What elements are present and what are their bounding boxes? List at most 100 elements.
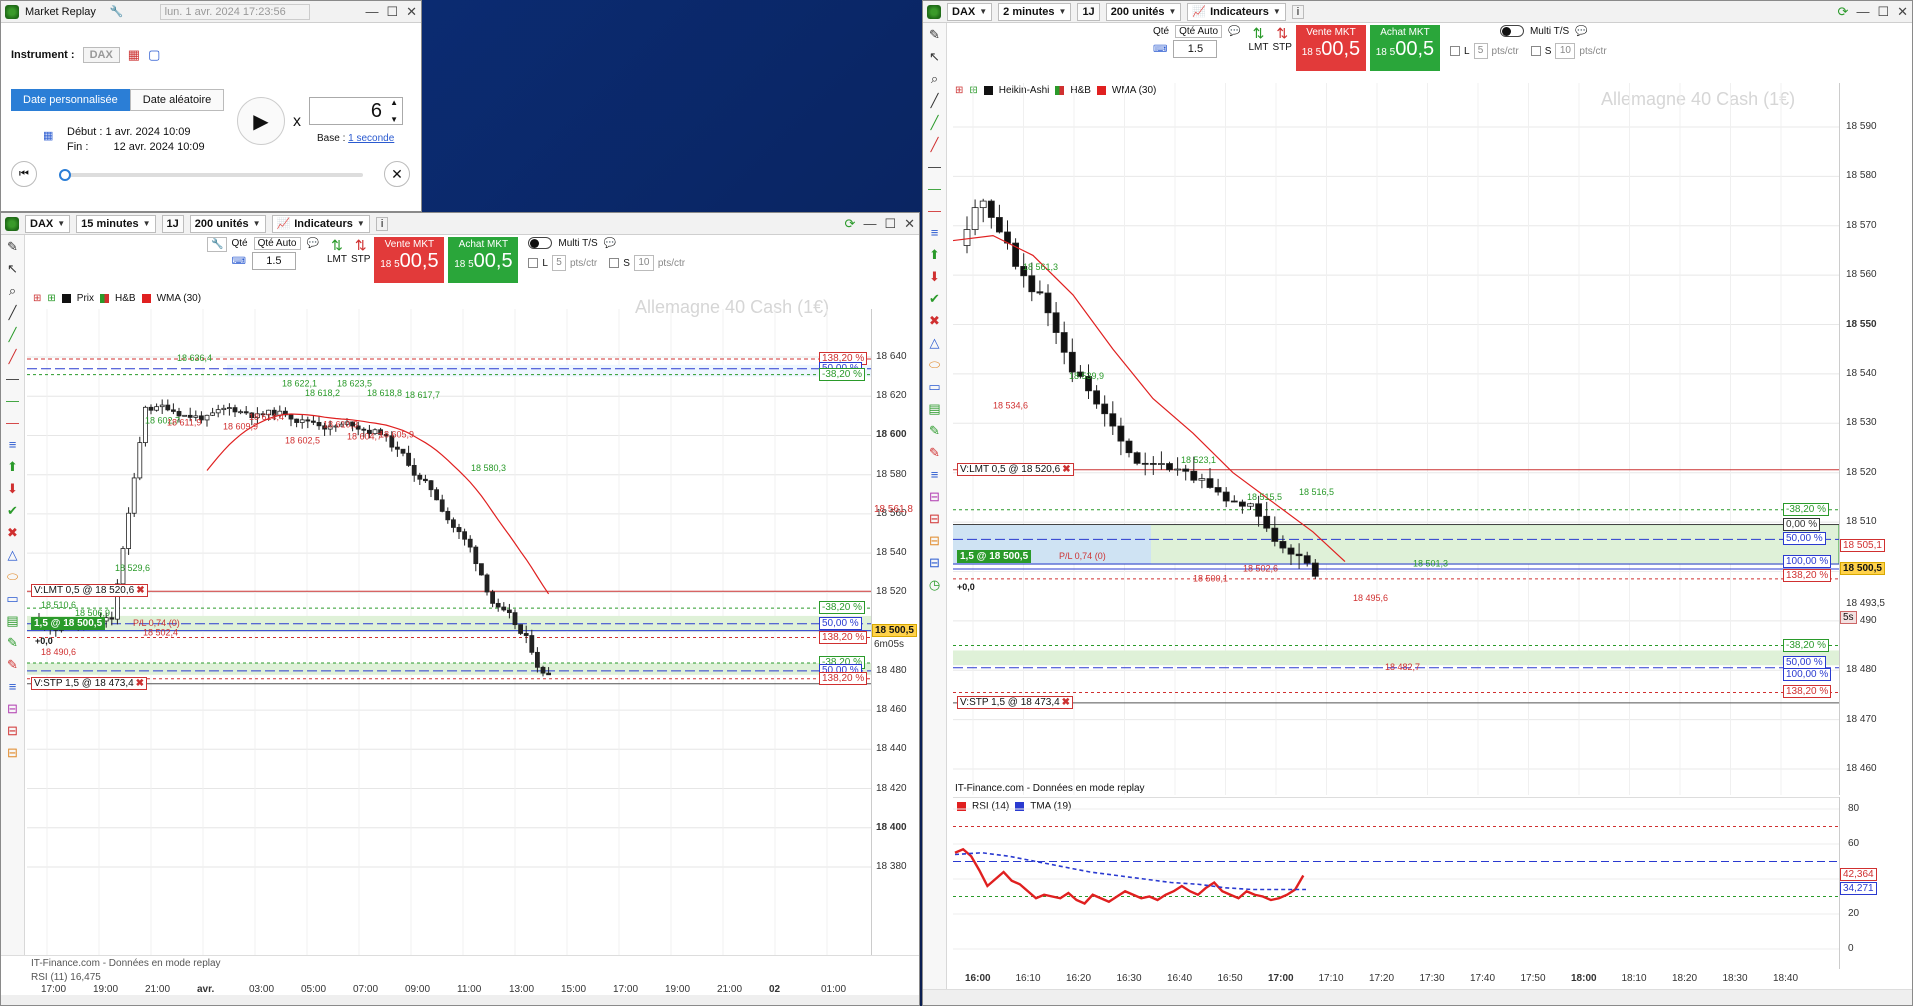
lmt-button[interactable]: LMT <box>327 254 347 265</box>
legend-expand-icon[interactable]: ⊞ <box>33 293 41 304</box>
qty-auto-info-icon[interactable]: 💬 <box>1228 26 1240 37</box>
channel-icon[interactable]: ▤ <box>5 613 21 629</box>
measure-icon[interactable]: ⊟ <box>5 723 21 739</box>
skip-back-button[interactable]: ⏮ <box>11 161 37 187</box>
check-icon[interactable]: ✔ <box>5 503 21 519</box>
close-icon[interactable]: ✕ <box>406 4 417 20</box>
units-select[interactable]: 200 unités ▼ <box>1105 2 1182 21</box>
indicators-button[interactable]: 📈 Indicateurs ▼ <box>1187 2 1286 21</box>
calendar-icon[interactable]: ▦ <box>43 129 53 144</box>
fib-blue-icon[interactable]: ≡ <box>927 467 943 483</box>
green-line-icon[interactable]: ╱ <box>5 327 21 343</box>
timeframe-select[interactable]: 2 minutes ▼ <box>998 2 1072 21</box>
rect-icon[interactable]: ▭ <box>927 379 943 395</box>
s-input[interactable]: 10 <box>1555 43 1576 59</box>
l-checkbox[interactable] <box>1449 46 1460 56</box>
legend-wma[interactable]: WMA (30) <box>157 293 201 304</box>
l-checkbox[interactable] <box>528 258 539 268</box>
fib-icon[interactable]: ≡ <box>927 225 943 241</box>
box-icon[interactable]: ⊟ <box>5 745 21 761</box>
brush-red-icon[interactable]: ✎ <box>927 445 943 461</box>
multi-ts-info-icon[interactable]: 💬 <box>604 238 616 249</box>
zoom-icon[interactable]: ⌕ <box>927 71 943 87</box>
instrument-value[interactable]: DAX <box>82 47 120 63</box>
buy-market-button[interactable]: Achat MKT 18 500,5 <box>448 237 519 283</box>
limit-order-tag[interactable]: V:LMT 0,5 @ 18 520,6 ✖ <box>31 584 148 598</box>
multi-ts-toggle[interactable] <box>528 237 553 249</box>
period-button[interactable]: 1J <box>1077 2 1100 21</box>
brush-red-icon[interactable]: ✎ <box>5 657 21 673</box>
cross-icon[interactable]: ✖ <box>5 525 21 541</box>
lmt-button[interactable]: LMT <box>1249 42 1269 53</box>
tab-custom-date[interactable]: Date personnalisée <box>11 89 130 111</box>
minimize-icon[interactable]: — <box>863 216 876 232</box>
legend-price[interactable]: Prix <box>77 293 94 304</box>
s-input[interactable]: 10 <box>633 255 654 271</box>
s-checkbox[interactable] <box>609 258 620 268</box>
green-line-icon[interactable]: ╱ <box>927 115 943 131</box>
instrument-chart-icon[interactable]: ▢ <box>148 47 160 63</box>
maximize-icon[interactable]: ☐ <box>386 4 398 20</box>
info-icon[interactable]: i <box>375 216 389 231</box>
red-hline-icon[interactable]: — <box>5 415 21 431</box>
ellipse-icon[interactable]: ⬭ <box>5 569 21 585</box>
hline-icon[interactable]: — <box>927 159 943 175</box>
ellipse-icon[interactable]: ⬭ <box>927 357 943 373</box>
hline-icon[interactable]: — <box>5 371 21 387</box>
buy-market-button[interactable]: Achat MKT 18 500,5 <box>1369 25 1440 71</box>
instrument-grid-icon[interactable]: ▦ <box>128 47 140 63</box>
ruler-icon[interactable]: ⊟ <box>5 701 21 717</box>
stop-order-tag[interactable]: V:STP 1,5 @ 18 473,4 ✖ <box>957 695 1074 709</box>
up-arrow-icon[interactable]: ⬆ <box>927 247 943 263</box>
brush-green-icon[interactable]: ✎ <box>5 635 21 651</box>
info-icon[interactable]: i <box>1291 4 1305 19</box>
pencil-icon[interactable]: ✎ <box>5 239 21 255</box>
l-input[interactable]: 5 <box>551 255 566 271</box>
legend-hb[interactable]: H&B <box>115 293 136 304</box>
sync-icon[interactable]: ⟳ <box>845 216 856 232</box>
minimize-icon[interactable]: — <box>1856 4 1869 20</box>
stp-button[interactable]: STP <box>1273 42 1292 53</box>
period-button[interactable]: 1J <box>161 214 184 233</box>
green-hline-icon[interactable]: — <box>927 181 943 197</box>
stepper-down-icon[interactable]: ▼ <box>390 115 398 124</box>
check-icon[interactable]: ✔ <box>927 291 943 307</box>
triangle-icon[interactable]: △ <box>5 547 21 563</box>
sell-market-button[interactable]: Vente MKT 18 500,5 <box>1295 25 1366 71</box>
cursor-icon[interactable]: ↖ <box>5 261 21 277</box>
rect-icon[interactable]: ▭ <box>5 591 21 607</box>
stop-replay-button[interactable]: ✕ <box>384 161 410 187</box>
position-tag[interactable]: 1,5 @ 18 500,5 <box>957 549 1032 563</box>
close-icon[interactable]: ✕ <box>1897 4 1908 20</box>
lmt-icon[interactable]: ⇅ <box>331 237 343 254</box>
fib-blue-icon[interactable]: ≡ <box>5 679 21 695</box>
instrument-select[interactable]: DAX ▼ <box>947 2 993 21</box>
up-arrow-icon[interactable]: ⬆ <box>5 459 21 475</box>
indicators-button[interactable]: 📈 Indicateurs ▼ <box>271 214 370 233</box>
zoom-icon[interactable]: ⌕ <box>5 283 21 299</box>
timeframe-select[interactable]: 15 minutes ▼ <box>76 214 156 233</box>
pl-label[interactable]: P/L 0,74 (0) <box>133 618 180 628</box>
speed-stepper[interactable]: 6 ▲ ▼ <box>309 97 403 125</box>
position-tag[interactable]: 1,5 @ 18 500,5 <box>31 616 106 630</box>
wrench-icon[interactable]: 🔧 <box>110 5 124 18</box>
trendline-icon[interactable]: ╱ <box>5 305 21 321</box>
cross-icon[interactable]: ✖ <box>927 313 943 329</box>
qty-input[interactable]: 1.5 <box>1173 40 1218 58</box>
zero-label[interactable]: +0,0 <box>35 636 53 646</box>
triangle-icon[interactable]: △ <box>927 335 943 351</box>
base-link[interactable]: 1 seconde <box>348 133 394 144</box>
sell-market-button[interactable]: Vente MKT 18 500,5 <box>374 237 445 283</box>
lmt-icon[interactable]: ⇅ <box>1253 25 1265 42</box>
multi-ts-info-icon[interactable]: 💬 <box>1575 26 1587 37</box>
keyboard-icon[interactable]: ⌨ <box>1153 44 1167 55</box>
stop-order-tag[interactable]: V:STP 1,5 @ 18 473,4 ✖ <box>31 676 148 690</box>
channel-icon[interactable]: ▤ <box>927 401 943 417</box>
minimize-icon[interactable]: — <box>365 4 378 20</box>
play-button[interactable]: ▶ <box>237 97 285 145</box>
qty-auto-info-icon[interactable]: 💬 <box>307 238 319 249</box>
legend-add-icon[interactable]: ⊞ <box>47 293 55 304</box>
stepper-up-icon[interactable]: ▲ <box>390 98 398 107</box>
trendline-icon[interactable]: ╱ <box>927 93 943 109</box>
box-icon[interactable]: ⊟ <box>927 533 943 549</box>
